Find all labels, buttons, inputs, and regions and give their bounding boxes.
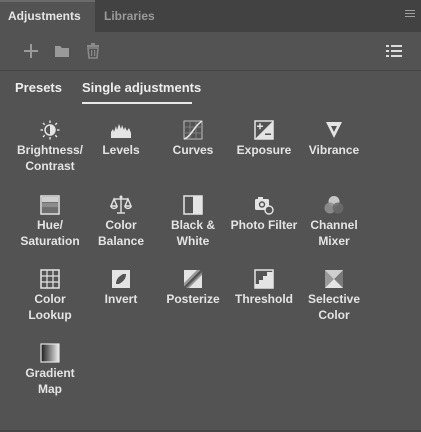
tab-adjustments[interactable]: Adjustments (0, 0, 95, 32)
adjustment-label: Hue/ Saturation (20, 218, 80, 248)
adjustment-posterize[interactable]: Posterize (158, 269, 228, 307)
adjustment-label: Gradient Map (25, 366, 75, 396)
posterize-icon (183, 269, 203, 289)
adjustment-invert[interactable]: Invert (86, 269, 156, 307)
adjustment-black-white[interactable]: Black & White (158, 195, 228, 249)
toolbar (0, 32, 421, 70)
adjustment-brightness-contrast[interactable]: Brightness/ Contrast (15, 120, 85, 174)
curves-icon (183, 120, 203, 140)
adjustment-selective-color[interactable]: Selective Color (299, 269, 369, 323)
color-lookup-icon (40, 269, 60, 289)
exposure-icon (254, 120, 274, 140)
adjustment-label: Brightness/ Contrast (16, 143, 83, 173)
adjustment-hue-saturation[interactable]: Hue/ Saturation (15, 195, 85, 249)
adjustment-gradient-map[interactable]: Gradient Map (15, 343, 85, 397)
invert-icon (112, 270, 130, 288)
adjustment-channel-mixer[interactable]: Channel Mixer (299, 195, 369, 249)
adjustment-label: Vibrance (308, 143, 360, 157)
adjustment-levels[interactable]: Levels (86, 120, 156, 158)
adjustment-label: Selective Color (307, 292, 361, 322)
vibrance-icon (326, 122, 342, 138)
adjustment-threshold[interactable]: Threshold (229, 269, 299, 307)
brightness-contrast-icon (40, 120, 60, 140)
toolbar-divider (0, 70, 421, 71)
black-white-icon (183, 195, 203, 215)
adjustment-label: Exposure (236, 143, 292, 157)
folder-icon[interactable] (53, 42, 71, 60)
adjustment-label: Photo Filter (230, 218, 298, 232)
list-icon[interactable] (385, 42, 403, 60)
tab-libraries[interactable]: Libraries (96, 0, 166, 32)
color-balance-icon (110, 195, 132, 214)
adjustment-color-balance[interactable]: Color Balance (86, 195, 156, 249)
tab-single-adjustments[interactable]: Single adjustments (82, 80, 201, 95)
panel-menu-icon[interactable] (405, 10, 415, 18)
adjustment-label: Levels (102, 143, 140, 157)
active-tab-underline (82, 102, 192, 104)
adjustment-label: Posterize (166, 292, 220, 306)
hue-saturation-icon (40, 195, 60, 215)
adjustment-label: Curves (172, 143, 214, 157)
selective-color-icon (325, 270, 343, 288)
tab-presets[interactable]: Presets (15, 80, 62, 95)
panel-tab-bar: Adjustments Libraries (0, 0, 421, 32)
trash-icon[interactable] (84, 42, 102, 60)
adjustment-photo-filter[interactable]: Photo Filter (229, 195, 299, 233)
gradient-map-icon (40, 343, 60, 363)
add-icon[interactable] (22, 42, 40, 60)
threshold-icon (254, 269, 274, 289)
adjustment-label: Invert (104, 292, 138, 306)
adjustment-label: Channel Mixer (310, 218, 358, 248)
adjustment-label: Black & White (170, 218, 216, 248)
channel-mixer-icon (324, 196, 344, 214)
adjustment-exposure[interactable]: Exposure (229, 120, 299, 158)
adjustment-label: Threshold (234, 292, 293, 306)
adjustment-vibrance[interactable]: Vibrance (299, 120, 369, 158)
levels-icon (111, 124, 131, 138)
adjustment-curves[interactable]: Curves (158, 120, 228, 158)
adjustment-label: Color Lookup (28, 292, 72, 322)
adjustment-label: Color Balance (97, 218, 145, 248)
adjustment-color-lookup[interactable]: Color Lookup (15, 269, 85, 323)
photo-filter-icon (255, 197, 274, 215)
